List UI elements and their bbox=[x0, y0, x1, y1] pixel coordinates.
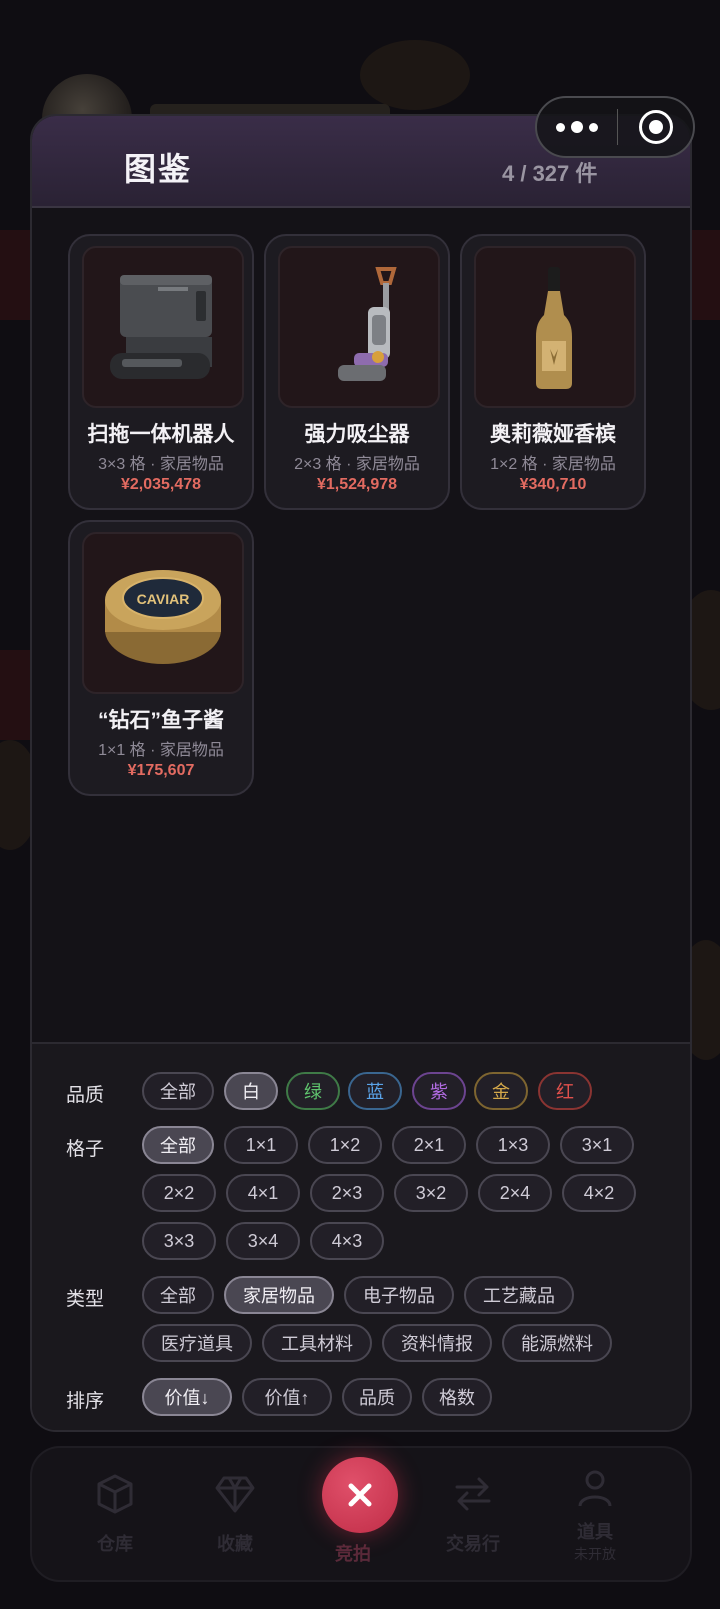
item-meta: 2×3 格 · 家居物品 bbox=[294, 456, 420, 473]
chip-grid[interactable]: 4×2 bbox=[562, 1174, 636, 1212]
item-meta: 1×2 格 · 家居物品 bbox=[490, 456, 616, 473]
nav-label: 道具 bbox=[577, 1522, 613, 1542]
nav-label: 仓库 bbox=[97, 1534, 133, 1554]
chip-sort-grid[interactable]: 格数 bbox=[422, 1378, 492, 1416]
item-card[interactable]: CAVIAR “钻石”鱼子酱 1×1 格 · 家居物品 ¥175,607 bbox=[68, 520, 254, 796]
chip-quality-red[interactable]: 红 bbox=[538, 1072, 592, 1110]
item-name: 奥莉薇娅香槟 bbox=[490, 423, 616, 446]
chip-grid[interactable]: 4×1 bbox=[226, 1174, 300, 1212]
chip-grid[interactable]: 4×3 bbox=[310, 1222, 384, 1260]
item-card[interactable]: 奥莉薇娅香槟 1×2 格 · 家居物品 ¥340,710 bbox=[460, 234, 646, 510]
nav-item-warehouse[interactable]: 仓库 bbox=[70, 1468, 160, 1556]
chip-quality-gold[interactable]: 金 bbox=[474, 1072, 528, 1110]
chip-grid[interactable]: 3×1 bbox=[560, 1126, 634, 1164]
exit-miniprogram-icon[interactable] bbox=[618, 110, 693, 144]
chip-quality-purple[interactable]: 紫 bbox=[412, 1072, 466, 1110]
chip-grid[interactable]: 3×2 bbox=[394, 1174, 468, 1212]
item-price: ¥1,524,978 bbox=[316, 476, 398, 493]
filter-label: 品质 bbox=[66, 1085, 105, 1106]
chip-grid-all[interactable]: 全部 bbox=[142, 1126, 214, 1164]
page-title: 图鉴 bbox=[124, 151, 193, 187]
close-button[interactable] bbox=[322, 1457, 398, 1533]
vacuum-cleaner-icon bbox=[278, 246, 440, 408]
chip-grid[interactable]: 3×4 bbox=[226, 1222, 300, 1260]
chip-type[interactable]: 工具材料 bbox=[262, 1324, 372, 1362]
item-price: ¥2,035,478 bbox=[120, 476, 202, 493]
item-price: ¥340,710 bbox=[519, 476, 587, 493]
chip-sort-value-desc[interactable]: 价值↓ bbox=[142, 1378, 232, 1416]
chip-type[interactable]: 能源燃料 bbox=[502, 1324, 612, 1362]
nav-label: 收藏 bbox=[217, 1534, 253, 1554]
swap-icon bbox=[428, 1468, 518, 1520]
item-name: 扫拖一体机器人 bbox=[87, 423, 235, 446]
nav-sublabel: 未开放 bbox=[574, 1546, 616, 1562]
box-icon bbox=[70, 1468, 160, 1520]
caviar-label: CAVIAR bbox=[137, 591, 190, 607]
chip-type[interactable]: 资料情报 bbox=[382, 1324, 492, 1362]
chip-quality-all[interactable]: 全部 bbox=[142, 1072, 214, 1110]
caviar-tin-icon: CAVIAR bbox=[82, 532, 244, 694]
person-icon bbox=[550, 1462, 640, 1514]
filter-label: 类型 bbox=[66, 1289, 105, 1310]
chip-grid[interactable]: 2×3 bbox=[310, 1174, 384, 1212]
chip-grid[interactable]: 2×2 bbox=[142, 1174, 216, 1212]
chip-type[interactable]: 电子物品 bbox=[344, 1276, 454, 1314]
champagne-bottle-icon bbox=[474, 246, 636, 408]
filter-label: 格子 bbox=[66, 1139, 105, 1160]
miniprogram-capsule bbox=[535, 96, 695, 158]
nav-item-props[interactable]: 道具 未开放 bbox=[550, 1462, 640, 1564]
chip-quality-white[interactable]: 白 bbox=[224, 1072, 278, 1110]
nav-item-trade[interactable]: 交易行 bbox=[428, 1468, 518, 1556]
chip-quality-green[interactable]: 绿 bbox=[286, 1072, 340, 1110]
chip-sort-quality[interactable]: 品质 bbox=[342, 1378, 412, 1416]
item-card[interactable]: 强力吸尘器 2×3 格 · 家居物品 ¥1,524,978 bbox=[264, 234, 450, 510]
chip-grid[interactable]: 1×1 bbox=[224, 1126, 298, 1164]
chip-grid[interactable]: 1×2 bbox=[308, 1126, 382, 1164]
filter-label: 排序 bbox=[66, 1391, 105, 1412]
item-name: 强力吸尘器 bbox=[304, 423, 410, 446]
nav-item-auction[interactable]: 竞拍 bbox=[308, 1540, 398, 1566]
chip-grid[interactable]: 3×3 bbox=[142, 1222, 216, 1260]
robot-vacuum-icon bbox=[82, 246, 244, 408]
chip-type[interactable]: 家居物品 bbox=[224, 1276, 334, 1314]
nav-item-collection[interactable]: 收藏 bbox=[190, 1468, 280, 1556]
item-meta: 3×3 格 · 家居物品 bbox=[98, 456, 224, 473]
item-name: “钻石”鱼子酱 bbox=[98, 709, 224, 732]
chip-type[interactable]: 工艺藏品 bbox=[464, 1276, 574, 1314]
diamond-icon bbox=[190, 1468, 280, 1520]
nav-label: 竞拍 bbox=[335, 1544, 371, 1564]
item-price: ¥175,607 bbox=[127, 762, 195, 779]
nav-label: 交易行 bbox=[446, 1534, 500, 1554]
chip-grid[interactable]: 1×3 bbox=[476, 1126, 550, 1164]
chip-quality-blue[interactable]: 蓝 bbox=[348, 1072, 402, 1110]
collection-count: 4 / 327 件 bbox=[502, 161, 598, 186]
filter-panel: 品质 全部 白 绿 蓝 紫 金 红 格子 全部 1×1 1×2 2×1 1×3 … bbox=[32, 1042, 690, 1430]
close-icon bbox=[348, 1483, 372, 1507]
chip-sort-value-asc[interactable]: 价值↑ bbox=[242, 1378, 332, 1416]
codex-panel: 图鉴 4 / 327 件 扫拖一体机器人 3×3 格 · 家居物品 ¥2,035… bbox=[30, 114, 692, 1432]
item-meta: 1×1 格 · 家居物品 bbox=[98, 742, 224, 759]
chip-grid[interactable]: 2×1 bbox=[392, 1126, 466, 1164]
chip-grid[interactable]: 2×4 bbox=[478, 1174, 552, 1212]
chip-type-all[interactable]: 全部 bbox=[142, 1276, 214, 1314]
more-menu-icon[interactable] bbox=[537, 121, 617, 133]
item-card[interactable]: 扫拖一体机器人 3×3 格 · 家居物品 ¥2,035,478 bbox=[68, 234, 254, 510]
chip-type[interactable]: 医疗道具 bbox=[142, 1324, 252, 1362]
